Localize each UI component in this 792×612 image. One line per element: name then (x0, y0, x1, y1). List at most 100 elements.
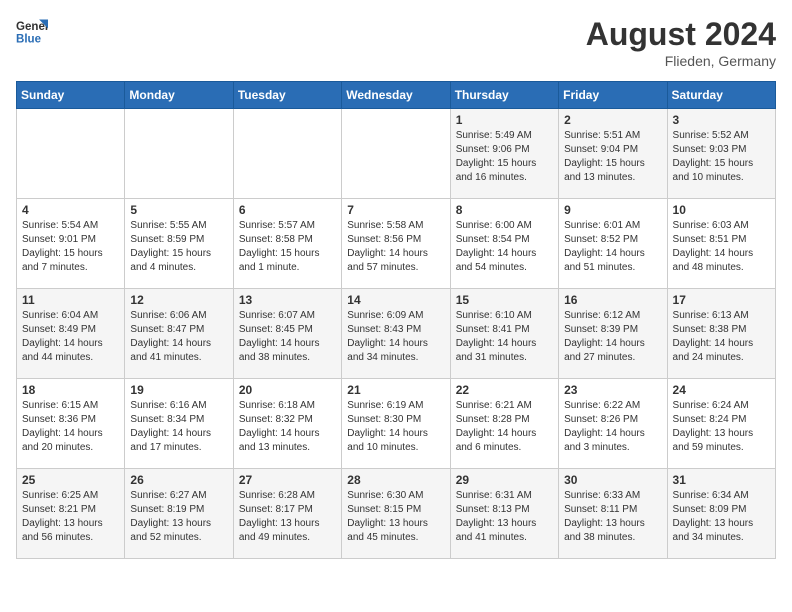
day-number: 4 (22, 203, 119, 217)
cell-info: Sunrise: 6:19 AM Sunset: 8:30 PM Daylight:… (347, 399, 444, 455)
cell-info: Sunrise: 6:25 AMSunset: 8:21 PMDaylight:… (22, 489, 119, 545)
day-number: 5 (130, 203, 227, 217)
daylight-hours: and 24 minutes. (673, 352, 744, 363)
sunrise: Sunrise: 5:49 AM (456, 130, 532, 141)
sunrise: Sunrise: 6:10 AM (456, 310, 532, 321)
daylight-hours: and 6 minutes. (456, 442, 522, 453)
sunrise: Sunrise: 6:07 AM (239, 310, 315, 321)
daylight-hours: and 45 minutes. (347, 532, 418, 543)
calendar-cell: 8Sunrise: 6:00 AMSunset: 8:54 PMDaylight… (450, 199, 558, 289)
daylight-hours: and 10 minutes. (673, 172, 744, 183)
cell-info: Sunrise: 5:52 AMSunset: 9:03 PMDaylight:… (673, 129, 770, 185)
day-number: 30 (564, 473, 661, 487)
day-number: 2 (564, 113, 661, 127)
day-number: 1 (456, 113, 553, 127)
sunset: Sunset: 8:24 PM (673, 414, 747, 425)
daylight-hours: Daylight: 15 hours (22, 248, 103, 259)
daylight-hours: and 20 minutes. (22, 442, 93, 453)
cell-info: Sunrise: 5:51 AMSunset: 9:04 PMDaylight:… (564, 129, 661, 185)
day-number: 16 (564, 293, 661, 307)
calendar-cell (125, 109, 233, 199)
cell-info: Sunrise: 6:06 AMSunset: 8:47 PMDaylight:… (130, 309, 227, 365)
day-number: 23 (564, 383, 661, 397)
cell-info: Sunrise: 5:57 AMSunset: 8:58 PMDaylight:… (239, 219, 336, 275)
sunset: Sunset: 8:41 PM (456, 324, 530, 335)
day-header-wednesday: Wednesday (342, 82, 450, 109)
week-row-1: 1 Sunrise: 5:49 AM Sunset: 9:06 PM Daylight… (17, 109, 776, 199)
calendar-cell: 2 Sunrise: 5:51 AMSunset: 9:04 PMDaylight… (559, 109, 667, 199)
sunrise: Sunrise: 5:55 AM (130, 220, 206, 231)
day-number: 17 (673, 293, 770, 307)
calendar-cell: 27Sunrise: 6:28 AMSunset: 8:17 PMDayligh… (233, 469, 341, 559)
sunset: Sunset: 8:26 PM (564, 414, 638, 425)
sunset: Sunset: 8:56 PM (347, 234, 421, 245)
cell-info: Sunrise: 6:33 AMSunset: 8:11 PMDaylight:… (564, 489, 661, 545)
calendar-cell: 30 Sunrise: 6:33 AMSunset: 8:11 PMDayligh… (559, 469, 667, 559)
daylight-hours: Daylight: 14 hours (456, 428, 537, 439)
calendar-cell: 31 Sunrise: 6:34 AMSunset: 8:09 PMDayligh… (667, 469, 775, 559)
sunrise: Sunrise: 6:24 AM (673, 400, 749, 411)
sunset: Sunset: 8:38 PM (673, 324, 747, 335)
daylight-hours: and 44 minutes. (22, 352, 93, 363)
sunrise: Sunrise: 6:01 AM (564, 220, 640, 231)
calendar-cell (17, 109, 125, 199)
daylight-hours: and 51 minutes. (564, 262, 635, 273)
day-number: 28 (347, 473, 444, 487)
sunset: Sunset: 8:30 PM (347, 414, 421, 425)
sunset: Sunset: 8:39 PM (564, 324, 638, 335)
cell-info: Sunrise: 6:30 AMSunset: 8:15 PMDaylight:… (347, 489, 444, 545)
daylight-hours: Daylight: 14 hours (564, 428, 645, 439)
sunset: Sunset: 9:04 PM (564, 144, 638, 155)
calendar-cell: 25Sunrise: 6:25 AMSunset: 8:21 PMDayligh… (17, 469, 125, 559)
sunrise: Sunrise: 6:04 AM (22, 310, 98, 321)
daylight-hours: Daylight: 14 hours (564, 248, 645, 259)
daylight-hours: Daylight: 14 hours (239, 338, 320, 349)
sunset: Sunset: 8:34 PM (130, 414, 204, 425)
day-number: 21 (347, 383, 444, 397)
cell-info: Sunrise: 6:03 AMSunset: 8:51 PMDaylight:… (673, 219, 770, 275)
sunrise: Sunrise: 6:19 AM (347, 400, 423, 411)
sunset: Sunset: 8:09 PM (673, 504, 747, 515)
sunset: Sunset: 9:06 PM (456, 144, 530, 155)
daylight-hours: and 16 minutes. (456, 172, 527, 183)
daylight-hours: and 3 minutes. (564, 442, 630, 453)
daylight-hours: Daylight: 14 hours (347, 428, 428, 439)
daylight-hours: Daylight: 13 hours (22, 518, 103, 529)
cell-info: Sunrise: 5:49 AMSunset: 9:06 PMDaylight:… (456, 129, 553, 185)
month-year: August 2024 (586, 16, 776, 53)
daylight-hours: and 4 minutes. (130, 262, 196, 273)
daylight-hours: and 41 minutes. (130, 352, 201, 363)
day-number: 6 (239, 203, 336, 217)
sunset: Sunset: 8:58 PM (239, 234, 313, 245)
day-header-friday: Friday (559, 82, 667, 109)
daylight-hours: Daylight: 15 hours (239, 248, 320, 259)
calendar-cell: 26Sunrise: 6:27 AMSunset: 8:19 PMDayligh… (125, 469, 233, 559)
calendar-cell: 23Sunrise: 6:22 AMSunset: 8:26 PMDayligh… (559, 379, 667, 469)
sunset: Sunset: 8:47 PM (130, 324, 204, 335)
day-number: 7 (347, 203, 444, 217)
daylight-hours: Daylight: 15 hours (564, 158, 645, 169)
cell-info: Sunrise: 6:21 AMSunset: 8:28 PMDaylight:… (456, 399, 553, 455)
day-number: 10 (673, 203, 770, 217)
daylight-hours: and 41 minutes. (456, 532, 527, 543)
calendar-table: SundayMondayTuesdayWednesdayThursdayFrid… (16, 81, 776, 559)
sunrise: Sunrise: 5:52 AM (673, 130, 749, 141)
sunset: Sunset: 8:28 PM (456, 414, 530, 425)
calendar-cell: 12Sunrise: 6:06 AMSunset: 8:47 PMDayligh… (125, 289, 233, 379)
days-header-row: SundayMondayTuesdayWednesdayThursdayFrid… (17, 82, 776, 109)
daylight-hours: and 52 minutes. (130, 532, 201, 543)
daylight-hours: and 13 minutes. (564, 172, 635, 183)
day-number: 31 (673, 473, 770, 487)
day-number: 19 (130, 383, 227, 397)
cell-info: Sunrise: 6:16 AMSunset: 8:34 PMDaylight:… (130, 399, 227, 455)
cell-info: Sunrise: 6:34 AMSunset: 8:09 PMDaylight:… (673, 489, 770, 545)
calendar-cell: 11Sunrise: 6:04 AMSunset: 8:49 PMDayligh… (17, 289, 125, 379)
week-row-2: 4Sunrise: 5:54 AMSunset: 9:01 PMDaylight… (17, 199, 776, 289)
calendar-cell: 29Sunrise: 6:31 AMSunset: 8:13 PMDayligh… (450, 469, 558, 559)
daylight-hours: Daylight: 13 hours (347, 518, 428, 529)
daylight-hours: and 38 minutes. (239, 352, 310, 363)
daylight-hours: and 13 minutes. (239, 442, 310, 453)
sunrise: Sunrise: 6:03 AM (673, 220, 749, 231)
sunrise: Sunrise: 6:27 AM (130, 490, 206, 501)
calendar-cell: 17Sunrise: 6:13 AMSunset: 8:38 PMDayligh… (667, 289, 775, 379)
